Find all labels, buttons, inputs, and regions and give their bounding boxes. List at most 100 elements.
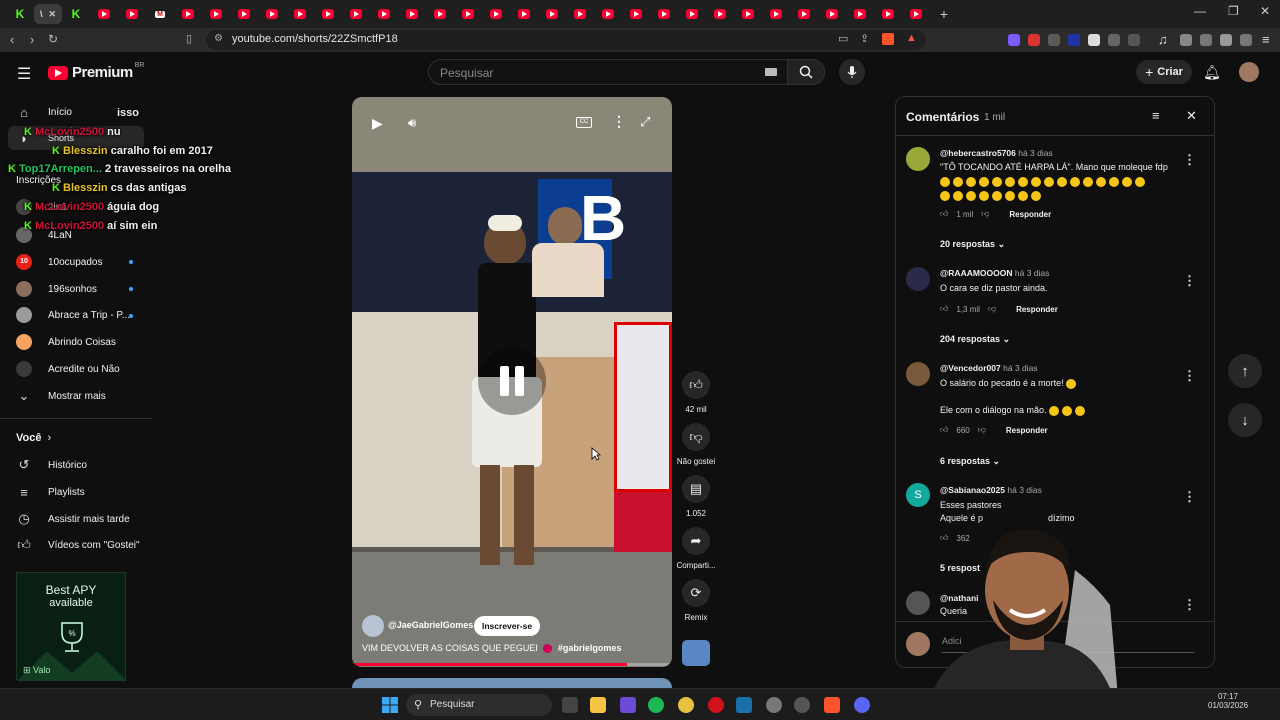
remix-button[interactable]: ⟳ [682, 579, 710, 607]
create-button[interactable]: + Criar [1136, 60, 1192, 84]
search-input[interactable]: Pesquisar [428, 59, 788, 85]
user-avatar[interactable] [1239, 62, 1259, 82]
tab-youtube[interactable] [174, 4, 202, 24]
windows-start-icon[interactable] [382, 697, 398, 713]
reload-icon[interactable]: ↻ [48, 32, 58, 46]
more-options-icon[interactable]: ⋮ [612, 113, 626, 130]
tab-youtube[interactable] [230, 4, 258, 24]
tab-kick[interactable]: K [6, 4, 34, 24]
task-view-icon[interactable] [562, 697, 578, 713]
opera-icon[interactable] [708, 697, 724, 713]
tab-active[interactable]: \ ✕ [34, 4, 62, 24]
sidebar-item-watch-later[interactable]: ◷ Assistir mais tarde [16, 511, 129, 527]
hashtag-link[interactable]: #gabrielgomes [558, 643, 622, 653]
tab-youtube[interactable] [90, 4, 118, 24]
forward-icon[interactable]: › [30, 32, 34, 47]
menu-icon[interactable]: ≡ [1262, 32, 1270, 47]
tab-youtube[interactable] [454, 4, 482, 24]
tab-youtube[interactable] [902, 4, 930, 24]
thumbs-up-icon[interactable]: 👍︎ [940, 425, 948, 435]
play-icon[interactable]: ▶ [372, 115, 383, 132]
sidebar-item-channel[interactable]: 10 10ocupados [16, 254, 103, 270]
taskbar-clock[interactable]: 07:17 01/03/2026 [1208, 692, 1248, 710]
sidebar-show-more[interactable]: ⌄ Mostrar mais [16, 388, 106, 404]
sidebar-item-history[interactable]: ↺ Histórico [16, 457, 87, 473]
extension-icon[interactable] [1068, 34, 1080, 46]
tab-youtube[interactable] [314, 4, 342, 24]
share-button[interactable]: ➦ [682, 527, 710, 555]
tab-youtube[interactable] [118, 4, 146, 24]
comment-author[interactable]: @RAAAMOOOON [940, 268, 1013, 278]
extensions-puzzle-icon[interactable] [1108, 34, 1120, 46]
tab-youtube[interactable] [398, 4, 426, 24]
comments-button[interactable]: ▤ [682, 475, 710, 503]
app-icon[interactable] [766, 697, 782, 713]
comment-author[interactable]: @Sabianao2025 [940, 485, 1005, 495]
comment-author[interactable]: @hebercastro5706 [940, 148, 1016, 158]
comment-menu-icon[interactable]: ⋮ [1183, 489, 1196, 505]
tab-youtube[interactable] [818, 4, 846, 24]
spotify-icon[interactable] [648, 697, 664, 713]
sidebar-item-home[interactable]: ⌂ Início [16, 104, 72, 120]
taskbar-search-box[interactable]: ⚲ Pesquisar [406, 694, 552, 716]
tab-youtube[interactable] [510, 4, 538, 24]
sidebar-item-channel[interactable]: 196sonhos [16, 281, 97, 297]
tab-youtube[interactable] [846, 4, 874, 24]
tab-youtube[interactable] [482, 4, 510, 24]
channel-avatar[interactable] [362, 615, 384, 637]
tab-kick-2[interactable]: K [62, 4, 90, 24]
commenter-avatar[interactable] [906, 267, 930, 291]
volume-icon[interactable]: 🔊︎ [408, 115, 416, 131]
thumbs-down-icon[interactable]: 👎︎ [978, 425, 986, 435]
tab-youtube[interactable] [426, 4, 454, 24]
comment-author[interactable]: @Vencedor007 [940, 363, 1001, 373]
brave-icon[interactable] [824, 697, 840, 713]
app-icon[interactable] [794, 697, 810, 713]
shorts-video-player[interactable]: B ▶ 🔊︎ CC ⋮ ⤢ @JaeGabrielGomes Inscrever… [352, 97, 672, 667]
sidebar-item-channel[interactable]: Abrace a Trip - P... [16, 307, 130, 323]
extension-icon[interactable] [1088, 34, 1100, 46]
chrome-icon[interactable] [678, 697, 694, 713]
tab-youtube[interactable] [706, 4, 734, 24]
tab-youtube[interactable] [734, 4, 762, 24]
steam-icon[interactable] [736, 697, 752, 713]
cast-icon[interactable]: ▭ [838, 32, 848, 45]
tab-youtube[interactable] [538, 4, 566, 24]
brave-rewards-icon[interactable]: ▲ [906, 32, 917, 44]
url-field[interactable]: ⚙ youtube.com/shorts/22ZSmctfP18 ▭ ⇪ ▲ [206, 30, 926, 50]
fullscreen-icon[interactable]: ⤢ [640, 114, 650, 130]
thumbs-down-icon[interactable]: 👎︎ [988, 304, 996, 314]
dislike-button[interactable]: 👎︎ [682, 423, 710, 451]
comment-menu-icon[interactable]: ⋮ [1183, 273, 1196, 289]
sidebar-item-liked-videos[interactable]: 👍︎ Vídeos com "Gostei" [16, 537, 139, 553]
sidebar-item-playlists[interactable]: ≡ Playlists [16, 484, 84, 500]
tab-youtube[interactable] [874, 4, 902, 24]
app-icon[interactable] [620, 697, 636, 713]
tab-gmail[interactable]: M [146, 4, 174, 24]
reply-button[interactable]: Responder [1016, 305, 1058, 314]
commenter-avatar[interactable] [906, 147, 930, 171]
sidebar-item-channel[interactable]: Abrindo Coisas [16, 334, 116, 350]
tab-youtube[interactable] [594, 4, 622, 24]
sound-thumbnail[interactable] [682, 640, 710, 666]
subscribe-button[interactable]: Inscrever-se [474, 616, 541, 636]
wallet-icon[interactable] [1200, 34, 1212, 46]
youtube-premium-logo[interactable]: Premium BR [48, 62, 144, 81]
view-replies-button[interactable]: 204 respostas ⌄ [940, 334, 1010, 345]
like-button[interactable]: 👍︎ [682, 371, 710, 399]
view-replies-button[interactable]: 20 respostas ⌄ [940, 239, 1005, 250]
view-replies-button[interactable]: 6 respostas ⌄ [940, 456, 1000, 467]
extension-icon[interactable] [1008, 34, 1020, 46]
extension-icon[interactable] [1128, 34, 1140, 46]
tab-youtube[interactable] [790, 4, 818, 24]
commenter-avatar[interactable]: S [906, 483, 930, 507]
sort-icon[interactable]: ≡ [1152, 108, 1160, 123]
tab-youtube[interactable] [370, 4, 398, 24]
keyboard-icon[interactable] [765, 68, 777, 76]
sidebar-item-channel[interactable]: Acredite ou Não [16, 361, 120, 377]
reply-button[interactable]: Responder [1009, 210, 1051, 219]
notifications-bell-icon[interactable]: 🔔︎ [1203, 64, 1221, 81]
thumbs-down-icon[interactable]: 👎︎ [981, 209, 989, 219]
minimize-icon[interactable]: — [1194, 4, 1206, 18]
sidebar-section-you[interactable]: Você › [16, 432, 51, 444]
